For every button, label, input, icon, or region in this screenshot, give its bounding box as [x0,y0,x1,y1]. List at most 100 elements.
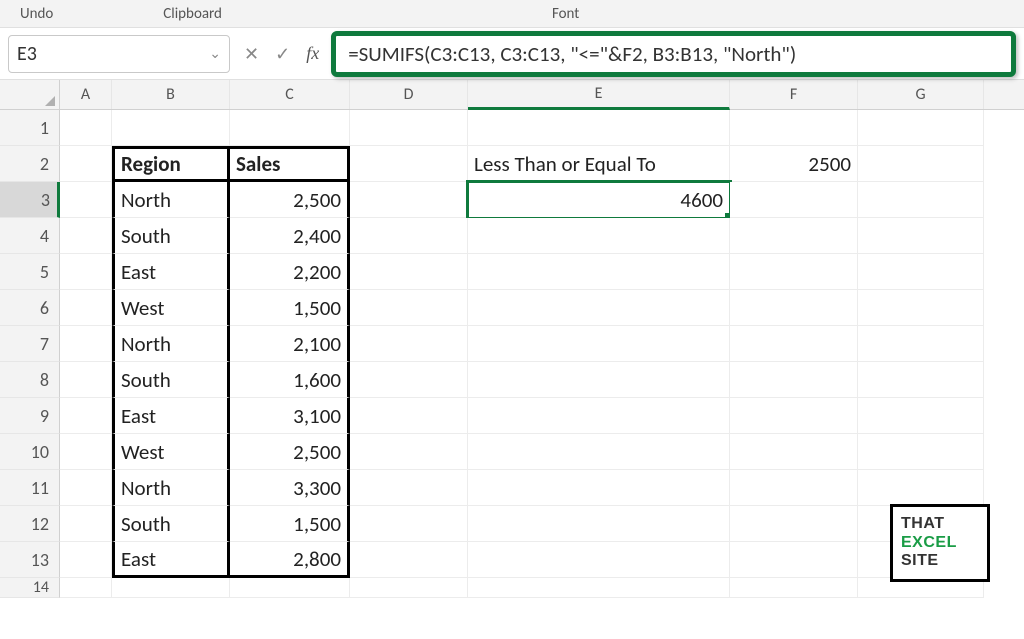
row-header-14[interactable]: 14 [0,578,60,598]
cell-A12[interactable] [60,506,112,542]
cell-B1[interactable] [112,110,230,146]
cell-B3[interactable]: North [112,182,230,218]
cell-G10[interactable] [858,434,984,470]
col-header-E[interactable]: E [468,80,730,110]
cell-F9[interactable] [730,398,858,434]
cell-A5[interactable] [60,254,112,290]
cell-D13[interactable] [350,542,468,578]
cell-G5[interactable] [858,254,984,290]
enter-icon[interactable]: ✓ [275,43,290,65]
cell-G7[interactable] [858,326,984,362]
cell-E8[interactable] [468,362,730,398]
col-header-F[interactable]: F [730,80,858,109]
col-header-B[interactable]: B [112,80,230,109]
row-header-12[interactable]: 12 [0,506,60,542]
cell-A1[interactable] [60,110,112,146]
cell-E14[interactable] [468,578,730,598]
cell-D6[interactable] [350,290,468,326]
cell-D12[interactable] [350,506,468,542]
cell-F14[interactable] [730,578,858,598]
cell-B11[interactable]: North [112,470,230,506]
cell-G2[interactable] [858,146,984,182]
row-header-13[interactable]: 13 [0,542,60,578]
cell-D4[interactable] [350,218,468,254]
row-header-1[interactable]: 1 [0,110,60,146]
cell-B2[interactable]: Region [112,146,230,182]
cell-F7[interactable] [730,326,858,362]
cell-D2[interactable] [350,146,468,182]
row-header-6[interactable]: 6 [0,290,60,326]
cell-C4[interactable]: 2,400 [230,218,350,254]
row-header-5[interactable]: 5 [0,254,60,290]
cell-D9[interactable] [350,398,468,434]
cell-B10[interactable]: West [112,434,230,470]
cell-D3[interactable] [350,182,468,218]
cell-C11[interactable]: 3,300 [230,470,350,506]
cell-E9[interactable] [468,398,730,434]
cell-F10[interactable] [730,434,858,470]
cell-E2[interactable]: Less Than or Equal To [468,146,730,182]
cell-G8[interactable] [858,362,984,398]
cell-F1[interactable] [730,110,858,146]
cell-F13[interactable] [730,542,858,578]
cell-F2[interactable]: 2500 [730,146,858,182]
cell-F12[interactable] [730,506,858,542]
row-header-4[interactable]: 4 [0,218,60,254]
col-header-C[interactable]: C [230,80,350,109]
cell-D10[interactable] [350,434,468,470]
cell-A11[interactable] [60,470,112,506]
cell-B4[interactable]: South [112,218,230,254]
cell-G3[interactable] [858,182,984,218]
cell-C9[interactable]: 3,100 [230,398,350,434]
cell-A14[interactable] [60,578,112,598]
formula-bar[interactable]: =SUMIFS(C3:C13, C3:C13, "<="&F2, B3:B13,… [331,31,1016,77]
cell-A6[interactable] [60,290,112,326]
cell-D14[interactable] [350,578,468,598]
row-header-2[interactable]: 2 [0,146,60,182]
cell-F3[interactable] [730,182,858,218]
select-all-triangle[interactable] [0,80,60,109]
cell-F11[interactable] [730,470,858,506]
cell-D5[interactable] [350,254,468,290]
cell-D1[interactable] [350,110,468,146]
row-header-11[interactable]: 11 [0,470,60,506]
cell-A13[interactable] [60,542,112,578]
cell-C6[interactable]: 1,500 [230,290,350,326]
cell-F6[interactable] [730,290,858,326]
cell-C7[interactable]: 2,100 [230,326,350,362]
row-header-8[interactable]: 8 [0,362,60,398]
cell-A4[interactable] [60,218,112,254]
row-header-3[interactable]: 3 [0,182,60,218]
cell-E7[interactable] [468,326,730,362]
cell-G1[interactable] [858,110,984,146]
row-header-7[interactable]: 7 [0,326,60,362]
cell-G11[interactable] [858,470,984,506]
cell-D11[interactable] [350,470,468,506]
cell-D7[interactable] [350,326,468,362]
cell-C2[interactable]: Sales [230,146,350,182]
cell-B8[interactable]: South [112,362,230,398]
cell-F8[interactable] [730,362,858,398]
cell-C10[interactable]: 2,500 [230,434,350,470]
cell-C5[interactable]: 2,200 [230,254,350,290]
cell-A9[interactable] [60,398,112,434]
col-header-D[interactable]: D [350,80,468,109]
row-header-10[interactable]: 10 [0,434,60,470]
fx-icon[interactable]: fx [306,43,319,64]
cell-B7[interactable]: North [112,326,230,362]
cell-G9[interactable] [858,398,984,434]
cell-E13[interactable] [468,542,730,578]
cell-G4[interactable] [858,218,984,254]
cell-B12[interactable]: South [112,506,230,542]
cell-C13[interactable]: 2,800 [230,542,350,578]
cell-E12[interactable] [468,506,730,542]
col-header-A[interactable]: A [60,80,112,109]
cell-A7[interactable] [60,326,112,362]
name-box[interactable]: E3 ⌄ [8,35,230,73]
cell-C3[interactable]: 2,500 [230,182,350,218]
cell-A8[interactable] [60,362,112,398]
cell-F5[interactable] [730,254,858,290]
cell-A3[interactable] [60,182,112,218]
cell-E10[interactable] [468,434,730,470]
cell-F4[interactable] [730,218,858,254]
